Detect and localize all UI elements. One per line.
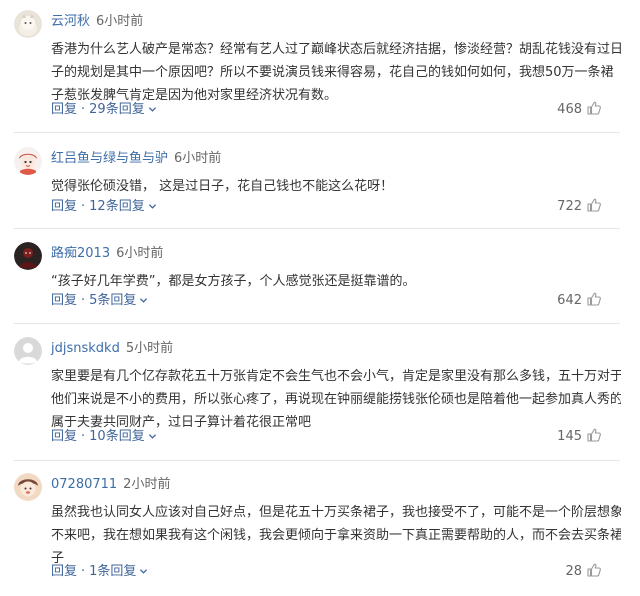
reply-button[interactable]: 回复 [51,102,77,117]
chevron-down-icon [140,298,148,303]
replies-count-label: 12条回复 [89,199,145,214]
chevron-down-icon [140,569,148,574]
chevron-down-icon [148,434,156,439]
comment-header: jdjsnskdkd 5小时前 [51,339,173,359]
comment-time: 6小时前 [96,14,144,29]
username-link[interactable]: 红吕鱼与绿与鱼与驴 [51,151,168,166]
comment-text: 香港为什么艺人破产是常态？经常有艺人过了巅峰状态后就经济拮据，惨淡经营？胡乱花钱… [51,38,621,107]
view-replies-button[interactable]: 29条回复 [89,102,157,117]
comment-text-line: 觉得张伦硕没错， 这是过日子，花自己钱也不能这么花呀！ [51,179,394,194]
reply-button[interactable]: 回复 [51,293,77,308]
thumbs-up-icon [587,101,601,115]
like-count: 468 [557,102,582,117]
comment-header: 红吕鱼与绿与鱼与驴 6小时前 [51,149,221,169]
comment-text-line: “孩子好几年学费”，都是女方孩子，个人感觉张还是挺靠谱的。 [51,274,416,289]
username-link[interactable]: jdjsnskdkd [51,341,120,356]
replies-count-label: 5条回复 [89,293,137,308]
comment-actions: 回复 · 10条回复 [51,427,157,447]
view-replies-button[interactable]: 1条回复 [89,564,148,579]
comment-text: 觉得张伦硕没错， 这是过日子，花自己钱也不能这么花呀！ [51,175,621,198]
comment-time: 6小时前 [174,151,222,166]
comment-divider [14,323,620,324]
separator-dot: · [81,102,86,117]
cat-avatar-icon[interactable] [14,10,42,38]
comment-time: 6小时前 [116,246,164,261]
comment-header: 07280711 2小时前 [51,475,170,495]
comment-divider [14,228,620,229]
like-button[interactable]: 642 [557,291,602,311]
comment-header: 云河秋 6小时前 [51,12,143,32]
comment-text: “孩子好几年学费”，都是女方孩子，个人感觉张还是挺靠谱的。 [51,270,621,293]
comment-text: 家里要是有几个亿存款花五十万张肯定不会生气也不会小气，肯定是家里没有那么多钱，五… [51,365,621,434]
comment-actions: 回复 · 5条回复 [51,291,148,311]
chevron-down-icon [148,204,156,209]
thumbs-up-icon [587,292,601,306]
like-button[interactable]: 28 [565,562,602,582]
comment-text-line: 家里要是有几个亿存款花五十万张肯定不会生气也不会小气，肯定是家里没有那么多钱，五… [51,369,621,384]
comment-divider [14,132,620,133]
thumbs-up-icon [587,428,601,442]
replies-count-label: 29条回复 [89,102,145,117]
comment-header: 路痴2013 6小时前 [51,244,163,264]
username-link[interactable]: 路痴2013 [51,246,110,261]
reply-button[interactable]: 回复 [51,429,77,444]
comment-text-line: 虽然我也认同女人应该对自己好点，但是花五十万买条裙子，我也接受不了，可能不是一个… [51,505,621,520]
default-user-avatar-icon[interactable] [14,337,42,365]
thumbs-up-icon [587,563,601,577]
replies-count-label: 1条回复 [89,564,137,579]
separator-dot: · [81,564,86,579]
replies-count-label: 10条回复 [89,429,145,444]
username-link[interactable]: 云河秋 [51,14,90,29]
comment-actions: 回复 · 12条回复 [51,197,157,217]
separator-dot: · [81,429,86,444]
username-link[interactable]: 07280711 [51,477,117,492]
view-replies-button[interactable]: 10条回复 [89,429,157,444]
like-count: 28 [565,564,582,579]
separator-dot: · [81,293,86,308]
view-replies-button[interactable]: 5条回复 [89,293,148,308]
comment-divider [14,460,620,461]
comment-time: 5小时前 [125,341,174,356]
like-count: 642 [557,293,582,308]
like-button[interactable]: 468 [557,100,602,120]
comment-text-line: 不来吧，我在想如果我有这个闲钱，我会更倾向于拿来资助一下真正需要帮助的人，而不会… [51,528,621,543]
reply-button[interactable]: 回复 [51,564,77,579]
comment-actions: 回复 · 1条回复 [51,562,148,582]
comment-text-line: 子的规划是其中一个原因吧？所以不要说演员钱来得容易，花自己的钱如何如何，我想50… [51,65,614,80]
comment-actions: 回复 · 29条回复 [51,100,157,120]
separator-dot: · [81,199,86,214]
cartoon-face-avatar-icon[interactable] [14,473,42,501]
reply-button[interactable]: 回复 [51,199,77,214]
comment-time: 2小时前 [123,477,171,492]
like-button[interactable]: 145 [557,427,602,447]
view-replies-button[interactable]: 12条回复 [89,199,157,214]
like-button[interactable]: 722 [557,197,602,217]
comment-text: 虽然我也认同女人应该对自己好点，但是花五十万买条裙子，我也接受不了，可能不是一个… [51,501,621,570]
thumbs-up-icon [587,198,601,212]
like-count: 145 [557,429,582,444]
doll-avatar-icon[interactable] [14,147,42,175]
like-count: 722 [557,199,582,214]
comment-text-line: 香港为什么艺人破产是常态？经常有艺人过了巅峰状态后就经济拮据，惨淡经营？胡乱花钱… [51,42,621,57]
dark-figure-avatar-icon[interactable] [14,242,42,270]
comment-list: 云河秋 6小时前 香港为什么艺人破产是常态？经常有艺人过了巅峰状态后就经济拮据，惨… [0,0,640,596]
chevron-down-icon [148,107,156,112]
comment-text-line: 他们来说是不小的费用，所以张心疼了，再说现在钟丽缇能捞钱张伦硕也是陪着他一起参加… [51,392,621,407]
